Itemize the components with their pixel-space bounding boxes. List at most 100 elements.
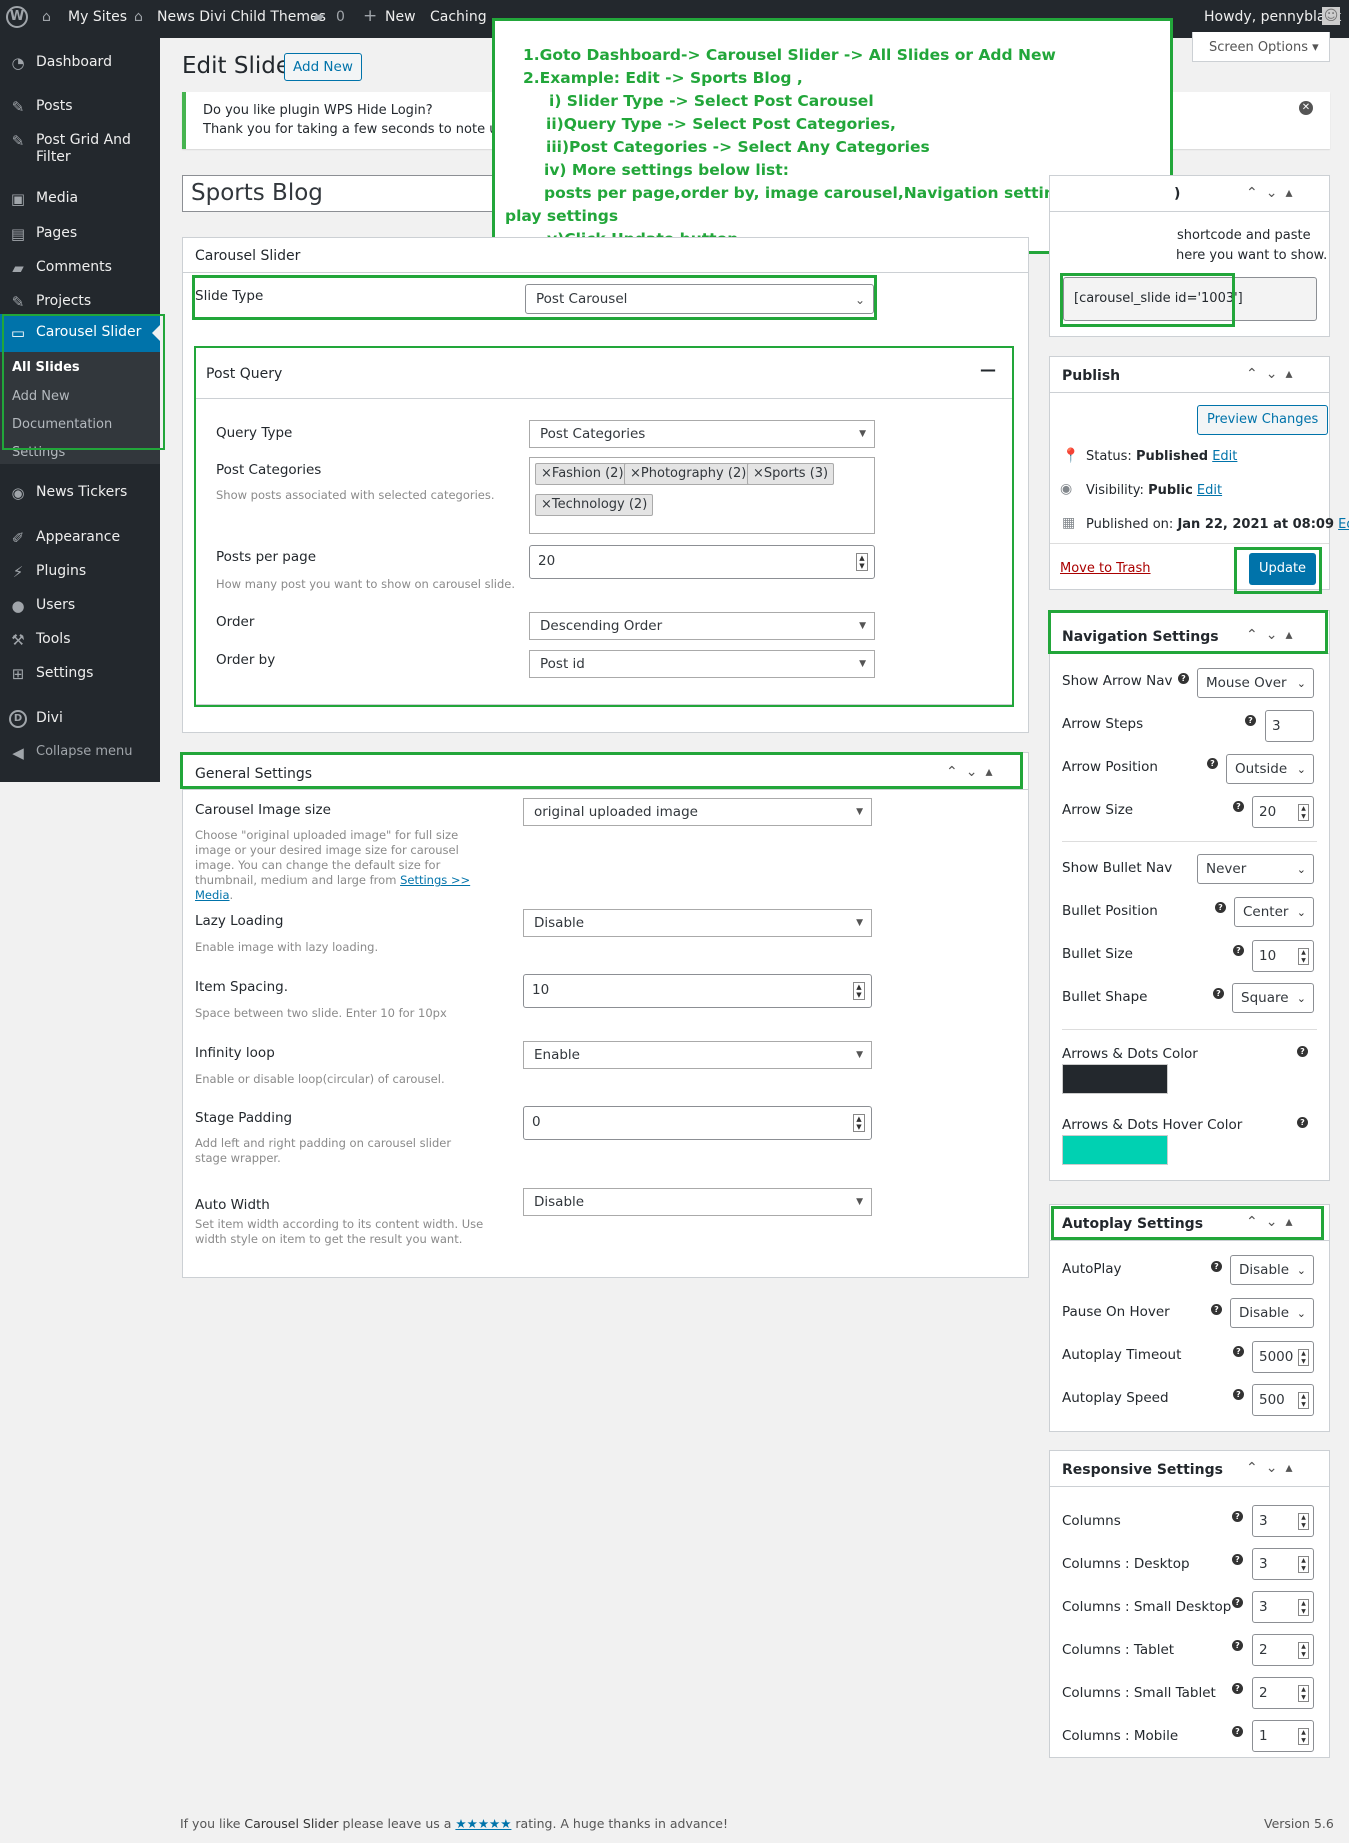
chevron-down-icon: ⌄ bbox=[1296, 677, 1306, 690]
menu-media[interactable]: ▣ Media bbox=[0, 182, 160, 216]
show-arrow-nav-select[interactable]: Mouse Over ⌄ bbox=[1197, 668, 1314, 698]
help-icon[interactable]: ? bbox=[1211, 1304, 1222, 1315]
columns-tablet-input[interactable]: 2 ▲ ▼ bbox=[1252, 1634, 1314, 1666]
spinner-icon[interactable]: ▲ ▼ bbox=[1298, 1556, 1309, 1573]
box-controls[interactable]: ⌃⌄▴ bbox=[1246, 366, 1301, 382]
help-icon[interactable]: ? bbox=[1178, 673, 1189, 684]
collapse-menu[interactable]: ◀ Collapse menu bbox=[0, 736, 160, 770]
help-icon[interactable]: ? bbox=[1213, 988, 1224, 999]
auto-width-desc: Set item width according to its content … bbox=[195, 1217, 484, 1246]
menu-pages[interactable]: ▤ Pages bbox=[0, 217, 160, 251]
howdy-link[interactable]: Howdy, pennyblack bbox=[1204, 9, 1341, 25]
dismiss-icon[interactable]: ✕ bbox=[1299, 101, 1313, 115]
divi-icon: D bbox=[9, 710, 27, 728]
menu-tools[interactable]: ⚒ Tools bbox=[0, 623, 160, 657]
caching-link[interactable]: Caching bbox=[430, 9, 487, 25]
edit-visibility-link[interactable]: Edit bbox=[1197, 483, 1222, 498]
post-title-input[interactable]: Sports Blog bbox=[182, 175, 502, 212]
menu-post-grid[interactable]: ✎ Post Grid And Filter bbox=[0, 124, 160, 170]
arrow-size-input[interactable]: 20 ▲ ▼ bbox=[1252, 796, 1314, 828]
columns-mobile-input[interactable]: 1 ▲ ▼ bbox=[1252, 1720, 1314, 1752]
show-bullet-nav-select[interactable]: Never ⌄ bbox=[1197, 854, 1314, 884]
lazy-loading-select[interactable]: Disable ▼ bbox=[523, 909, 872, 937]
help-icon[interactable]: ? bbox=[1211, 1261, 1222, 1272]
menu-settings[interactable]: ⊞ Settings bbox=[0, 657, 160, 691]
menu-posts[interactable]: ✎ Posts bbox=[0, 90, 160, 124]
menu-plugins[interactable]: ⚡ Plugins bbox=[0, 555, 160, 589]
help-icon[interactable]: ? bbox=[1233, 945, 1244, 956]
dots-color-swatch[interactable] bbox=[1062, 1064, 1168, 1094]
bullet-position-select[interactable]: Center ⌄ bbox=[1234, 897, 1314, 927]
pause-on-hover-select[interactable]: Disable ⌄ bbox=[1230, 1298, 1314, 1328]
menu-divi[interactable]: D Divi bbox=[0, 702, 160, 736]
avatar[interactable]: ☺ bbox=[1322, 7, 1340, 25]
edit-status-link[interactable]: Edit bbox=[1212, 449, 1237, 464]
help-icon[interactable]: ? bbox=[1207, 758, 1218, 769]
columns-input[interactable]: 3 ▲ ▼ bbox=[1252, 1505, 1314, 1537]
spinner-icon[interactable]: ▲ ▼ bbox=[1298, 1513, 1309, 1530]
site-name-link[interactable]: News Divi Child Themes bbox=[157, 9, 326, 25]
image-size-select[interactable]: original uploaded image ▼ bbox=[523, 798, 872, 826]
help-icon[interactable]: ? bbox=[1233, 1346, 1244, 1357]
move-to-trash-link[interactable]: Move to Trash bbox=[1060, 561, 1151, 576]
comment-icon[interactable]: ▰ bbox=[313, 9, 324, 25]
menu-users[interactable]: ● Users bbox=[0, 589, 160, 623]
menu-news-tickers[interactable]: ◉ News Tickers bbox=[0, 476, 160, 510]
arrow-steps-label: Arrow Steps bbox=[1062, 716, 1144, 732]
help-icon[interactable]: ? bbox=[1232, 1726, 1243, 1737]
columns-desktop-input[interactable]: 3 ▲ ▼ bbox=[1252, 1548, 1314, 1580]
columns-small-tablet-input[interactable]: 2 ▲ ▼ bbox=[1252, 1677, 1314, 1709]
autoplay-label: AutoPlay bbox=[1062, 1261, 1122, 1277]
spinner-icon[interactable]: ▲ ▼ bbox=[853, 1114, 865, 1132]
rating-stars-link[interactable]: ★★★★★ bbox=[455, 1816, 511, 1831]
box-controls[interactable]: ⌃⌄▴ bbox=[1246, 185, 1301, 201]
box-controls[interactable]: ⌃⌄▴ bbox=[1246, 1460, 1301, 1476]
arrow-steps-input[interactable]: 3 bbox=[1265, 710, 1314, 742]
spinner-icon[interactable]: ▲ ▼ bbox=[1298, 1728, 1309, 1745]
autoplay-select[interactable]: Disable ⌄ bbox=[1230, 1255, 1314, 1285]
stage-padding-input[interactable]: 0 ▲ ▼ bbox=[523, 1106, 872, 1140]
my-sites-link[interactable]: My Sites bbox=[68, 9, 127, 25]
wordpress-logo-icon[interactable]: W bbox=[6, 6, 28, 28]
spinner-icon[interactable]: ▲ ▼ bbox=[1298, 1392, 1309, 1409]
spinner-icon[interactable]: ▲ ▼ bbox=[1298, 1685, 1309, 1702]
dots-hover-color-swatch[interactable] bbox=[1062, 1135, 1168, 1165]
spinner-icon[interactable]: ▲ ▼ bbox=[1298, 1349, 1309, 1366]
help-icon[interactable]: ? bbox=[1297, 1046, 1308, 1057]
spinner-icon[interactable]: ▲ ▼ bbox=[1298, 804, 1309, 821]
spinner-icon[interactable]: ▲ ▼ bbox=[853, 982, 865, 1000]
help-icon[interactable]: ? bbox=[1297, 1117, 1308, 1128]
help-icon[interactable]: ? bbox=[1232, 1554, 1243, 1565]
add-new-button[interactable]: Add New bbox=[284, 53, 362, 81]
help-icon[interactable]: ? bbox=[1232, 1640, 1243, 1651]
columns-small-desktop-input[interactable]: 3 ▲ ▼ bbox=[1252, 1591, 1314, 1623]
edit-date-link[interactable]: Edit bbox=[1338, 517, 1349, 532]
comments-count[interactable]: 0 bbox=[336, 9, 345, 25]
divider bbox=[1050, 543, 1329, 544]
autoplay-timeout-input[interactable]: 5000 ▲ ▼ bbox=[1252, 1341, 1314, 1373]
spinner-icon[interactable]: ▲ ▼ bbox=[1298, 948, 1309, 965]
bullet-shape-select[interactable]: Square ⌄ bbox=[1232, 983, 1314, 1013]
help-icon[interactable]: ? bbox=[1232, 1683, 1243, 1694]
bullet-size-input[interactable]: 10 ▲ ▼ bbox=[1252, 940, 1314, 972]
menu-appearance[interactable]: ✐ Appearance bbox=[0, 521, 160, 555]
help-icon[interactable]: ? bbox=[1233, 801, 1244, 812]
help-icon[interactable]: ? bbox=[1245, 715, 1256, 726]
new-link[interactable]: New bbox=[385, 9, 416, 25]
spinner-icon[interactable]: ▲ ▼ bbox=[1298, 1599, 1309, 1616]
preview-changes-button[interactable]: Preview Changes bbox=[1197, 405, 1329, 435]
help-icon[interactable]: ? bbox=[1215, 902, 1226, 913]
auto-width-select[interactable]: Disable ▼ bbox=[523, 1188, 872, 1216]
help-icon[interactable]: ? bbox=[1233, 1389, 1244, 1400]
item-spacing-input[interactable]: 10 ▲ ▼ bbox=[523, 974, 872, 1008]
autoplay-speed-input[interactable]: 500 ▲ ▼ bbox=[1252, 1384, 1314, 1416]
menu-dashboard[interactable]: ◔ Dashboard bbox=[0, 46, 160, 80]
help-icon[interactable]: ? bbox=[1232, 1511, 1243, 1522]
spinner-icon[interactable]: ▲ ▼ bbox=[1298, 1642, 1309, 1659]
help-icon[interactable]: ? bbox=[1232, 1597, 1243, 1608]
screen-options-button[interactable]: Screen Options ▾ bbox=[1192, 32, 1330, 62]
arrow-size-label: Arrow Size bbox=[1062, 802, 1134, 818]
arrow-position-select[interactable]: Outside ⌄ bbox=[1226, 754, 1314, 784]
menu-comments[interactable]: ▰ Comments bbox=[0, 251, 160, 285]
infinity-loop-select[interactable]: Enable ▼ bbox=[523, 1041, 872, 1069]
